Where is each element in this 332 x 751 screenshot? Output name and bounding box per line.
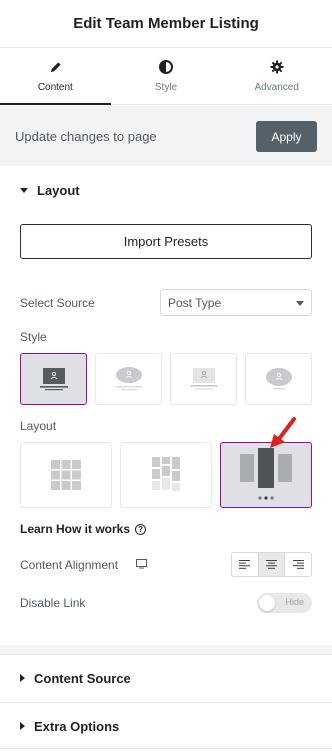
- divider: [0, 748, 332, 749]
- tab-label: Advanced: [254, 82, 299, 93]
- style-option-1[interactable]: [20, 353, 87, 405]
- import-presets-button[interactable]: Import Presets: [20, 224, 312, 259]
- cloud-icon: [265, 368, 292, 390]
- style-option-2[interactable]: [95, 353, 162, 405]
- select-source-dropdown[interactable]: Post Type: [160, 289, 312, 316]
- section-extra-options-toggle[interactable]: Extra Options: [0, 716, 332, 736]
- grid-icon: [51, 460, 81, 490]
- disable-link-label: Disable Link: [20, 596, 86, 610]
- align-center-icon: [266, 560, 277, 569]
- tab-label: Content: [37, 82, 73, 93]
- learn-how-link[interactable]: Learn How it works ?: [20, 522, 147, 536]
- help-icon: ?: [135, 523, 147, 535]
- align-left-icon: [239, 560, 251, 569]
- divider: [0, 702, 332, 703]
- caret-down-icon: [20, 187, 28, 193]
- chevron-down-icon: [296, 301, 304, 306]
- caret-right-icon: [20, 722, 25, 730]
- section-layout-toggle[interactable]: Layout: [0, 180, 332, 200]
- apply-button[interactable]: Apply: [256, 121, 317, 152]
- align-left-button[interactable]: [232, 553, 258, 576]
- section-content-source-toggle[interactable]: Content Source: [0, 668, 332, 688]
- tab-advanced[interactable]: Advanced: [221, 48, 332, 104]
- tab-label: Style: [154, 82, 178, 93]
- panel-title: Edit Team Member Listing: [73, 15, 259, 32]
- section-title: Extra Options: [34, 718, 120, 734]
- style-label: Style: [20, 330, 47, 344]
- panel-header: Edit Team Member Listing: [0, 0, 332, 48]
- carousel-icon: [240, 448, 292, 500]
- select-source-label: Select Source: [20, 296, 95, 310]
- panel-tabs: Content Style Advanced: [0, 48, 332, 105]
- gear-icon: [269, 59, 285, 75]
- half-circle-icon: [158, 59, 174, 75]
- annotation-arrow-icon: [270, 417, 296, 448]
- content-alignment-control: [231, 552, 312, 577]
- toggle-knob: [259, 595, 275, 611]
- tab-content[interactable]: Content: [0, 48, 111, 105]
- layout-option-masonry[interactable]: [120, 442, 212, 508]
- monitor-icon: [39, 368, 68, 391]
- section-spacer: [0, 645, 332, 654]
- style-option-3[interactable]: [170, 353, 237, 405]
- layout-option-carousel[interactable]: [220, 442, 312, 508]
- monitor-icon: [189, 368, 218, 390]
- align-center-button[interactable]: [257, 553, 285, 576]
- cloud-icon: [115, 367, 142, 391]
- caret-right-icon: [20, 674, 25, 682]
- tab-style[interactable]: Style: [111, 48, 222, 104]
- align-right-button[interactable]: [284, 553, 311, 576]
- layout-label: Layout: [20, 419, 57, 433]
- toggle-label: Hide: [285, 597, 304, 607]
- content-alignment-label: Content Alignment: [20, 558, 119, 572]
- section-title: Content Source: [34, 670, 131, 686]
- section-title: Layout: [37, 182, 80, 198]
- disable-link-toggle[interactable]: Hide: [257, 593, 312, 613]
- masonry-icon: [152, 457, 180, 491]
- learn-how-label: Learn How it works: [20, 522, 131, 536]
- desktop-icon: [136, 559, 147, 569]
- update-text: Update changes to page: [15, 128, 157, 144]
- pencil-icon: [47, 59, 63, 75]
- align-right-icon: [292, 560, 304, 569]
- layout-option-grid[interactable]: [20, 442, 112, 508]
- select-source-value: Post Type: [168, 295, 222, 310]
- style-option-4[interactable]: [245, 353, 312, 405]
- divider: [0, 654, 332, 655]
- update-bar: Update changes to page Apply: [0, 106, 332, 166]
